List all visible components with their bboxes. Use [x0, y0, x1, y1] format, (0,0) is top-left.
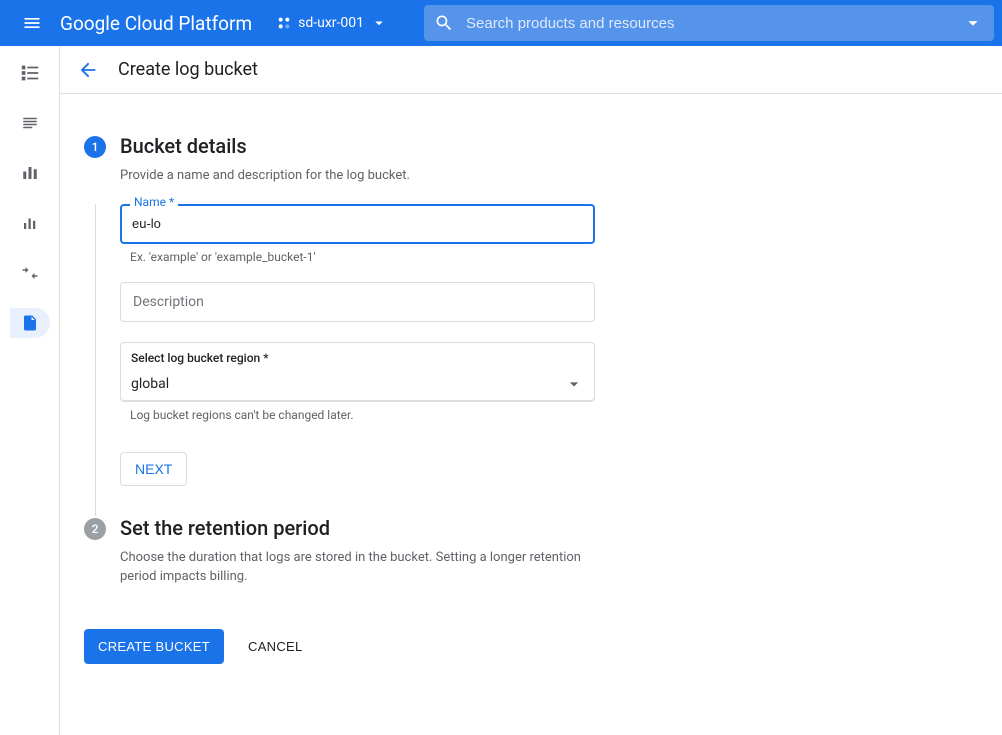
step-1-body: Name * Ex. 'example' or 'example_bucket-… [95, 204, 676, 516]
nav-metrics-icon[interactable] [10, 208, 50, 238]
name-label: Name * [130, 195, 178, 209]
project-picker[interactable]: sd-uxr-001 [270, 10, 394, 36]
nav-explorer-icon[interactable] [10, 108, 50, 138]
step-1-title: Bucket details [120, 134, 676, 158]
search-icon [434, 13, 454, 33]
next-button[interactable]: NEXT [120, 452, 187, 486]
sub-header: Create log bucket [60, 46, 1002, 94]
nav-router-icon[interactable] [10, 258, 50, 288]
region-value: global [131, 376, 169, 392]
nav-logging-icon[interactable] [10, 58, 50, 88]
step-1: 1 Bucket details Provide a name and desc… [84, 134, 676, 204]
nav-dashboards-icon[interactable] [10, 158, 50, 188]
region-label: Select log bucket region * [131, 351, 594, 365]
top-app-bar: Google Cloud Platform sd-uxr-001 [0, 0, 1002, 46]
cancel-button[interactable]: CANCEL [248, 639, 303, 654]
project-icon [276, 15, 292, 31]
brand-title: Google Cloud Platform [60, 12, 252, 35]
region-helper: Log bucket regions can't be changed late… [130, 408, 676, 422]
menu-icon[interactable] [8, 0, 56, 46]
nav-storage-icon[interactable] [10, 308, 50, 338]
chevron-down-icon [370, 14, 388, 32]
chevron-down-icon [564, 374, 584, 394]
create-bucket-button[interactable]: CREATE BUCKET [84, 629, 224, 664]
name-input[interactable] [132, 216, 583, 231]
step-2-badge: 2 [84, 518, 106, 540]
name-helper: Ex. 'example' or 'example_bucket-1' [130, 250, 676, 264]
project-name: sd-uxr-001 [298, 15, 364, 31]
description-input[interactable]: Description [120, 282, 595, 322]
step-1-subtitle: Provide a name and description for the l… [120, 166, 676, 186]
description-placeholder: Description [133, 294, 204, 310]
search-box[interactable] [424, 5, 994, 41]
search-expand-icon[interactable] [962, 12, 984, 34]
search-input[interactable] [466, 15, 962, 32]
page-title: Create log bucket [118, 59, 258, 80]
step-2: 2 Set the retention period Choose the du… [84, 516, 676, 605]
region-select[interactable]: Select log bucket region * global [120, 342, 595, 402]
step-2-subtitle: Choose the duration that logs are stored… [120, 548, 590, 587]
step-1-badge: 1 [84, 136, 106, 158]
form-content: 1 Bucket details Provide a name and desc… [60, 94, 700, 688]
action-row: CREATE BUCKET CANCEL [84, 629, 676, 664]
name-field: Name * [120, 204, 676, 244]
step-2-title: Set the retention period [120, 516, 676, 540]
back-arrow-icon[interactable] [76, 58, 100, 82]
left-nav-rail [0, 46, 60, 735]
